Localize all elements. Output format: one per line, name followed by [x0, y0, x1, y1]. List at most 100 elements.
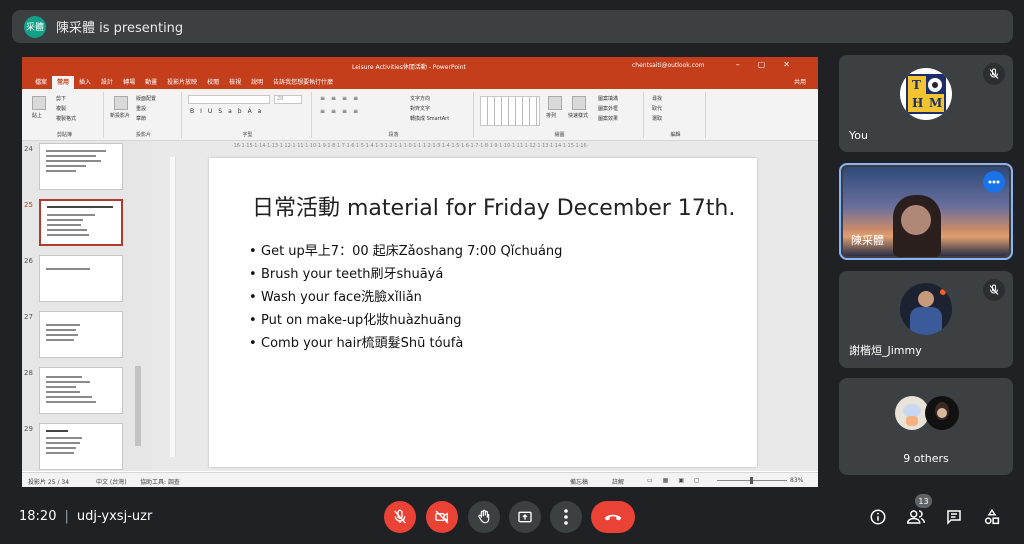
- scroll-thumb[interactable]: [135, 366, 141, 446]
- list-buttons[interactable]: ≡≡≡≡: [320, 95, 364, 102]
- group-font: 28 BIUSabAa 字型: [184, 92, 312, 138]
- quick-styles-icon[interactable]: [572, 96, 586, 110]
- align-buttons[interactable]: ≡≡≡≡: [320, 108, 364, 115]
- participant-tile-speaker[interactable]: 陳采體: [839, 163, 1013, 260]
- font-format-buttons[interactable]: BIUSabAa: [190, 108, 267, 115]
- shape-outline-button[interactable]: 圖案外框: [598, 105, 618, 112]
- participant-tile-others[interactable]: 9 others: [839, 378, 1013, 475]
- quick-styles-button[interactable]: 快速樣式: [568, 112, 588, 119]
- avatar-letter: M: [929, 96, 943, 110]
- mic-toggle-button[interactable]: [384, 501, 416, 533]
- leave-call-button[interactable]: [591, 501, 635, 533]
- bullet-item: • Wash your face洗臉xǐliǎn: [249, 290, 422, 305]
- meeting-time: 18:20: [19, 509, 57, 524]
- group-paragraph: ≡≡≡≡ ≡≡≡≡ 文字方向 對齊文字 轉換成 SmartArt 段落: [314, 92, 474, 138]
- more-vert-icon: [564, 509, 568, 525]
- align-text-button[interactable]: 對齊文字: [410, 105, 430, 112]
- language-indicator[interactable]: 中文 (台灣): [96, 477, 127, 486]
- tab-design[interactable]: 設計: [96, 76, 118, 89]
- zoom-level[interactable]: 83%: [790, 477, 803, 484]
- slide-title[interactable]: 日常活動 material for Friday December 17th.: [252, 190, 735, 222]
- comments-button[interactable]: 註解: [612, 477, 624, 486]
- tab-view[interactable]: 檢視: [224, 76, 246, 89]
- find-button[interactable]: 尋找: [652, 95, 662, 102]
- layout-button[interactable]: 版面配置: [136, 95, 156, 102]
- arrange-icon[interactable]: [548, 96, 562, 110]
- ppt-titlebar: Leisure Activities休閒活動 - PowerPoint chen…: [22, 57, 818, 74]
- font-name-box[interactable]: [188, 95, 270, 104]
- ppt-share-button[interactable]: 共用: [794, 76, 806, 89]
- slide-thumbnail[interactable]: [39, 311, 123, 358]
- smartart-button[interactable]: 轉換成 SmartArt: [410, 115, 449, 122]
- meeting-details-button[interactable]: [866, 505, 890, 529]
- paste-icon[interactable]: [32, 96, 46, 110]
- tab-home[interactable]: 常用: [52, 76, 75, 89]
- thumb-number: 25: [24, 201, 33, 209]
- select-button[interactable]: 選取: [652, 115, 662, 122]
- participant-tile-you[interactable]: T H M You: [839, 55, 1013, 152]
- current-slide[interactable]: 日常活動 material for Friday December 17th. …: [209, 158, 757, 467]
- copy-button[interactable]: 複製: [56, 105, 66, 112]
- people-button[interactable]: [904, 505, 928, 529]
- paste-button[interactable]: 貼上: [32, 112, 42, 119]
- group-label-editing: 編輯: [670, 132, 681, 138]
- chat-button[interactable]: [942, 505, 966, 529]
- participant-tile[interactable]: 謝楷烜_Jimmy: [839, 271, 1013, 368]
- presenting-label: 陳采體 is presenting: [56, 21, 184, 36]
- tab-slideshow[interactable]: 投影片放映: [162, 76, 202, 89]
- window-controls[interactable]: –▢✕: [736, 60, 808, 69]
- tab-file[interactable]: 檔案: [30, 76, 52, 89]
- group-clipboard: 貼上 剪下 複製 複製格式 剪貼簿: [26, 92, 104, 138]
- tab-review[interactable]: 校閱: [202, 76, 224, 89]
- accessibility-indicator[interactable]: 協助工具: 調查: [140, 477, 180, 486]
- activities-button[interactable]: [980, 505, 1004, 529]
- cut-button[interactable]: 剪下: [56, 95, 66, 102]
- present-button[interactable]: [509, 501, 541, 533]
- slide-thumbnail-selected[interactable]: [39, 199, 123, 246]
- tab-help[interactable]: 說明: [246, 76, 268, 89]
- meeting-code: udj-yxsj-uzr: [76, 509, 153, 524]
- view-buttons[interactable]: ▭▦▣▢: [647, 477, 710, 484]
- more-options-button[interactable]: [550, 501, 582, 533]
- thumbnail-scrollbar[interactable]: [134, 141, 142, 471]
- tab-transitions[interactable]: 轉場: [118, 76, 140, 89]
- format-painter-button[interactable]: 複製格式: [56, 115, 76, 122]
- thumb-number: 24: [24, 145, 33, 153]
- section-button[interactable]: 章節: [136, 115, 146, 122]
- more-options-icon[interactable]: [983, 171, 1005, 193]
- info-icon: [870, 509, 886, 525]
- font-size-box[interactable]: 28: [274, 95, 302, 104]
- camera-toggle-button[interactable]: [426, 501, 458, 533]
- thumb-number: 28: [24, 369, 33, 377]
- vertical-ruler: [170, 157, 176, 457]
- slide-thumbnail[interactable]: [39, 423, 123, 470]
- new-slide-icon[interactable]: [114, 96, 128, 110]
- replace-button[interactable]: 取代: [652, 105, 662, 112]
- text-direction-button[interactable]: 文字方向: [410, 95, 430, 102]
- participant-name: 9 others: [903, 452, 949, 465]
- notes-button[interactable]: 備忘稿: [570, 477, 588, 486]
- group-drawing: 排列 快速樣式 圖案填滿 圖案外框 圖案效果 繪圖: [476, 92, 644, 138]
- tell-me-search[interactable]: 告訴我您想要執行什麼: [268, 76, 338, 89]
- ppt-ribbon-tabs: 檔案 常用 插入 設計 轉場 動畫 投影片放映 校閱 檢視 說明 告訴我您想要執…: [22, 74, 818, 89]
- presenting-banner: 采體 陳采體 is presenting: [12, 10, 1013, 43]
- tab-animations[interactable]: 動畫: [140, 76, 162, 89]
- shape-effects-button[interactable]: 圖案效果: [598, 115, 618, 122]
- shared-screen: Leisure Activities休閒活動 - PowerPoint chen…: [22, 57, 818, 487]
- hangup-icon: [604, 514, 622, 521]
- slide-thumbnail[interactable]: [39, 255, 123, 302]
- raise-hand-button[interactable]: [468, 501, 500, 533]
- zoom-slider-knob[interactable]: [750, 477, 753, 484]
- slide-thumbnail[interactable]: [39, 367, 123, 414]
- new-slide-button[interactable]: 新投影片: [110, 112, 130, 119]
- arrange-button[interactable]: 排列: [546, 112, 556, 119]
- shapes-gallery[interactable]: [480, 96, 540, 126]
- reset-button[interactable]: 重設: [136, 105, 146, 112]
- tab-insert[interactable]: 插入: [74, 76, 96, 89]
- slide-bullet-list[interactable]: • Get up早上7：00 起床Zǎoshang 7:00 Qǐchuáng •…: [249, 240, 562, 355]
- ppt-status-bar: 投影片 25 / 34 中文 (台灣) 協助工具: 調查 備忘稿 註解 ▭▦▣▢…: [22, 472, 818, 487]
- slide-thumbnail[interactable]: [39, 143, 123, 190]
- bullet-item: • Comb your hair梳頭髮Shū tóufà: [249, 336, 464, 351]
- thumb-number: 29: [24, 425, 33, 433]
- shape-fill-button[interactable]: 圖案填滿: [598, 95, 618, 102]
